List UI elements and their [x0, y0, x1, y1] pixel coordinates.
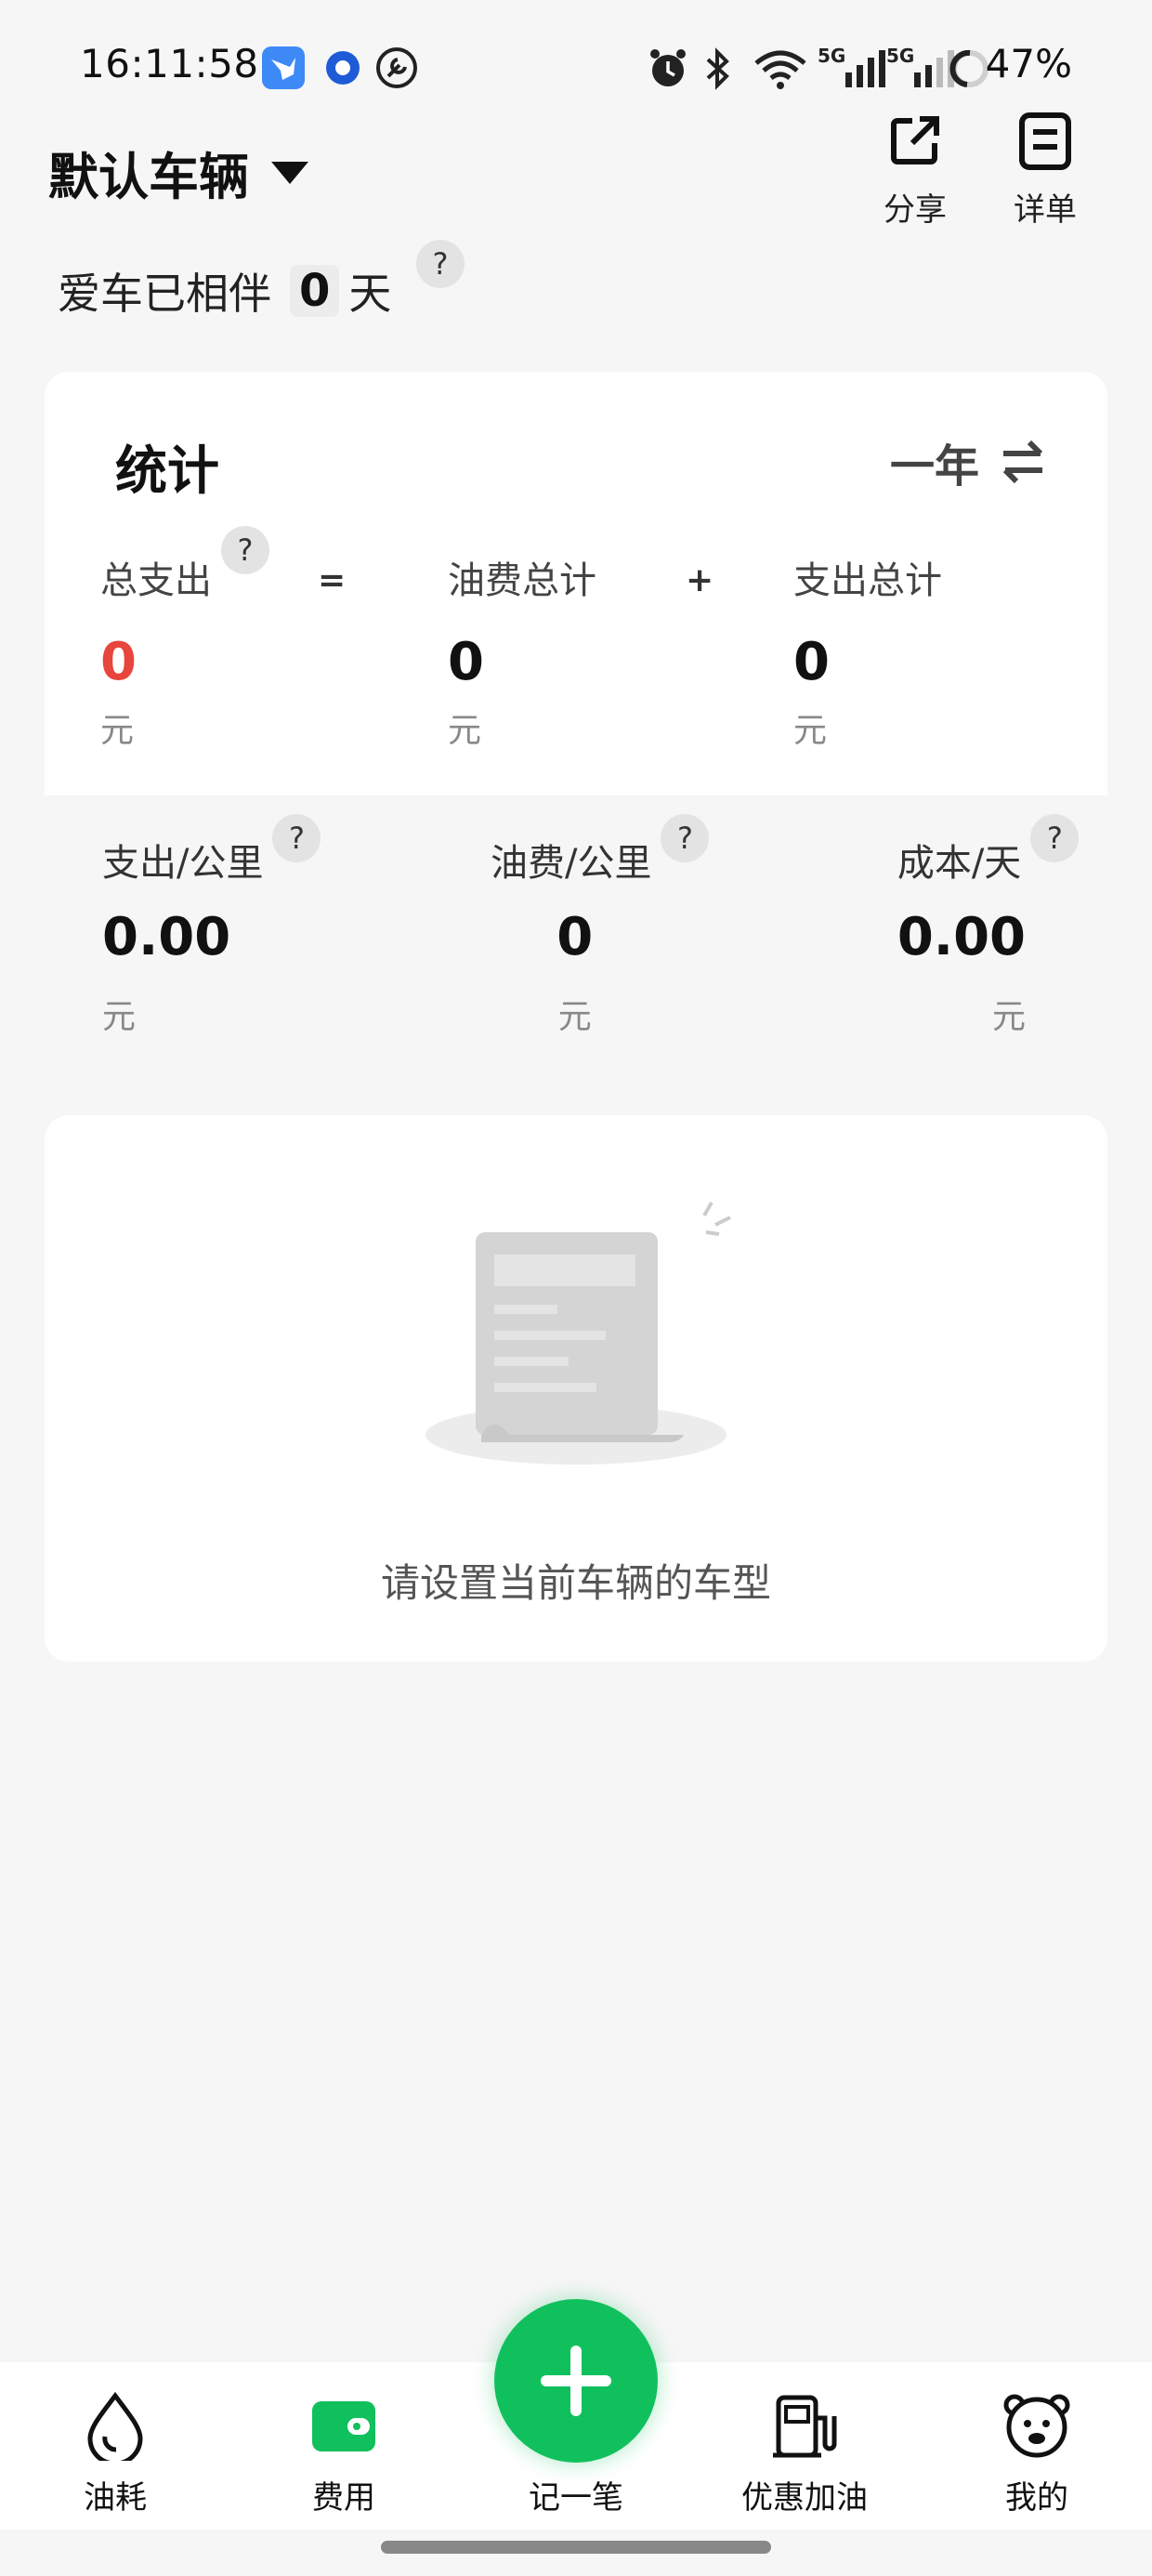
share-button[interactable]: 分享	[864, 110, 966, 230]
bluetooth-icon	[706, 47, 729, 90]
expense-total-unit: 元	[793, 712, 828, 750]
per-unit-stats: 支出/公里? 0.00 元 油费/公里? 0 元 成本/天? 0.00 元	[45, 795, 1107, 1048]
wrench-icon	[376, 47, 417, 88]
home-indicator[interactable]	[381, 2541, 771, 2554]
plus-sign: +	[686, 561, 714, 599]
companion-help-icon[interactable]: ?	[416, 240, 465, 288]
fuel-total-label: 油费总计	[448, 559, 596, 602]
nav-label-expenses: 费用	[312, 2479, 375, 2517]
expense-per-km-value: 0.00	[102, 907, 231, 967]
fuel-per-km-label: 油费/公里	[491, 842, 652, 885]
total-expense-help-icon[interactable]: ?	[221, 526, 269, 574]
swap-arrows-icon	[1002, 440, 1043, 484]
total-expense-label: 总支出	[100, 559, 212, 602]
companion-prefix: 爱车已相伴	[58, 269, 271, 319]
fuel-per-km-unit: 元	[557, 998, 592, 1036]
total-expense: 总支出? 0 元	[100, 526, 269, 752]
battery-percent: 47%	[985, 41, 1072, 86]
vehicle-selector[interactable]: 默认车辆	[48, 136, 308, 209]
stats-title: 统计	[115, 441, 219, 502]
signal-5g-1: 5G	[818, 45, 892, 91]
nav-item-mine[interactable]: 我的	[944, 2390, 1130, 2517]
nav-item-expenses[interactable]: 费用	[251, 2390, 437, 2517]
fuel-pump-icon	[773, 2395, 837, 2458]
wallet-icon	[312, 2401, 375, 2451]
share-label: 分享	[884, 191, 947, 229]
fuel-per-km-help-icon[interactable]: ?	[661, 814, 710, 862]
nav-label-fuel-discount: 优惠加油	[741, 2479, 868, 2517]
companion-suffix: 天	[348, 269, 392, 319]
period-switch[interactable]: 一年	[890, 429, 1048, 494]
detail-button[interactable]: 详单	[994, 110, 1096, 230]
detail-label: 详单	[1014, 191, 1077, 229]
nav-item-fuel-consumption[interactable]: 油耗	[22, 2390, 208, 2517]
plus-icon	[541, 2346, 611, 2416]
stats-card: 统计 一年 总支出? 0 元 = 油费总计 0 元 + 支出总计 0 元 支出/…	[45, 372, 1107, 1048]
nav-label-mine: 我的	[1005, 2479, 1068, 2517]
add-record-label: 记一笔	[529, 2479, 623, 2517]
expense-total-value: 0	[793, 632, 830, 692]
fuel-per-km: 油费/公里? 0 元	[491, 814, 710, 1038]
expense-per-km-help-icon[interactable]: ?	[272, 814, 321, 862]
cost-per-day-help-icon[interactable]: ?	[1030, 814, 1080, 862]
cost-per-day-value: 0.00	[897, 907, 1026, 967]
equals-sign: =	[318, 561, 347, 599]
add-record-button[interactable]	[494, 2299, 658, 2463]
fuel-total-value: 0	[448, 632, 484, 692]
empty-receipt-illustration	[425, 1202, 731, 1465]
total-expense-unit: 元	[100, 712, 135, 750]
fuel-total: 油费总计 0 元	[448, 550, 596, 752]
bird-app-icon	[262, 46, 305, 89]
fuel-total-unit: 元	[448, 712, 482, 750]
alarm-icon	[650, 49, 686, 86]
status-bar: 16:11:58 5G 5G 47%	[0, 0, 1152, 112]
expense-per-km-label: 支出/公里	[102, 842, 264, 885]
droplet-icon	[87, 2391, 143, 2466]
empty-state-card: 请设置当前车辆的车型	[45, 1115, 1107, 1662]
companion-days-value: 0	[290, 265, 340, 317]
wifi-icon	[754, 50, 806, 89]
bear-icon	[1003, 2394, 1070, 2458]
cost-per-day-unit: 元	[991, 998, 1026, 1036]
nav-label-fuel-consumption: 油耗	[84, 2479, 147, 2517]
share-icon	[891, 116, 939, 164]
total-expense-value: 0	[100, 632, 137, 692]
nav-item-fuel-discount[interactable]: 优惠加油	[712, 2390, 897, 2517]
companion-days: 爱车已相伴 0 天	[58, 260, 391, 322]
cost-per-day-label: 成本/天	[897, 842, 1022, 885]
expense-per-km: 支出/公里? 0.00 元	[102, 814, 321, 1038]
empty-state-message: 请设置当前车辆的车型	[380, 1560, 771, 1606]
expense-per-km-unit: 元	[102, 998, 137, 1036]
list-document-icon	[1019, 112, 1071, 170]
expense-total: 支出总计 0 元	[793, 550, 942, 752]
circle-app-icon	[326, 51, 360, 85]
vehicle-name: 默认车辆	[48, 148, 249, 206]
expense-total-label: 支出总计	[793, 559, 942, 602]
fuel-per-km-value: 0	[556, 907, 594, 967]
cost-per-day: 成本/天? 0.00 元	[897, 814, 1083, 1038]
page: 16:11:58 5G 5G 47% 默认车辆 分享 详单 爱车已相伴 0 天 …	[0, 0, 1152, 2576]
status-time: 16:11:58	[80, 41, 259, 86]
caret-down-icon	[271, 161, 308, 184]
period-label: 一年	[889, 440, 979, 493]
